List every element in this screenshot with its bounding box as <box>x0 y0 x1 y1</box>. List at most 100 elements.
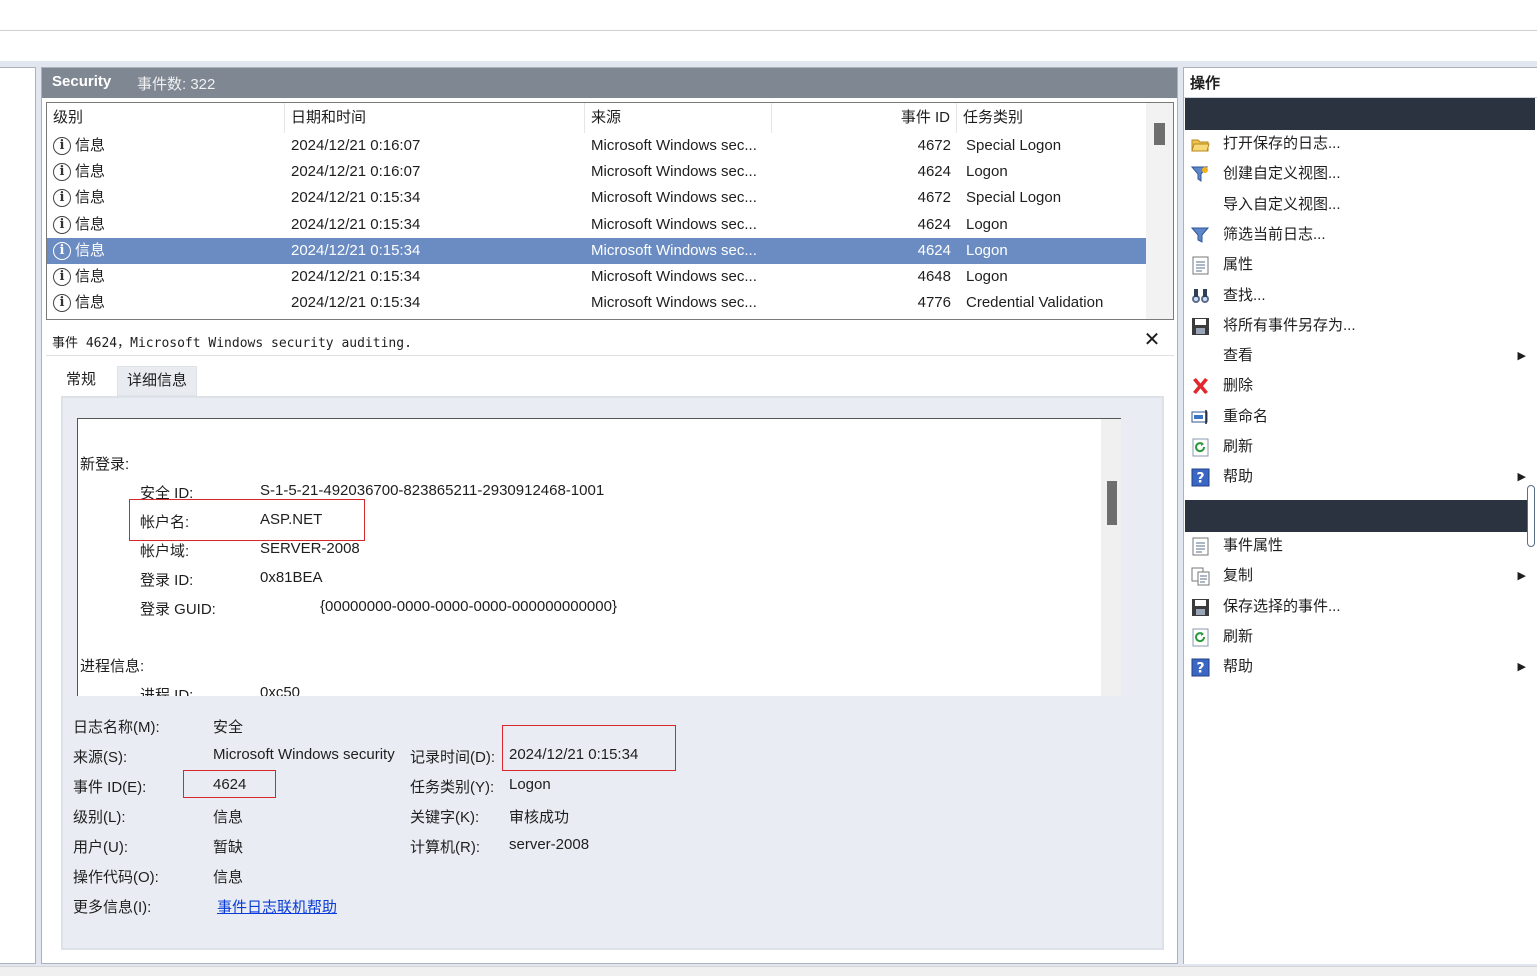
actions-scrollbar[interactable] <box>1527 485 1535 547</box>
action-group2-2[interactable]: 保存选择的事件... <box>1184 592 1537 622</box>
delete-icon <box>1191 377 1210 396</box>
refresh-icon <box>1191 628 1210 647</box>
scrollbar-thumb[interactable] <box>1154 123 1165 145</box>
tab-general[interactable]: 常规 <box>57 366 106 396</box>
opcode-label: 操作代码(O): <box>73 869 159 886</box>
cell-level: 信息 <box>75 294 106 312</box>
filter-star-icon <box>1190 165 1210 184</box>
actions-header: 操作 <box>1184 70 1537 98</box>
info-icon: i <box>53 241 71 260</box>
action-group2-3[interactable]: 刷新 <box>1184 622 1537 652</box>
cell-event-id: 4648 <box>917 268 951 285</box>
actions-pane: 操作 打开保存的日志... 创建自定义视图... 导入自定义视图... 筛选当前日志.… <box>1183 67 1537 964</box>
table-row[interactable]: i 信息 2024/12/21 0:15:34 Microsoft Windows s… <box>47 237 1147 264</box>
action-group1-1[interactable]: 创建自定义视图... <box>1184 159 1537 189</box>
cell-datetime: 2024/12/21 0:15:34 <box>291 294 421 312</box>
computer-value: server-2008 <box>509 836 590 853</box>
event-description-box[interactable]: 新登录: 安全 ID: S-1-5-21-492036700-823865211… <box>77 418 1121 696</box>
action-group1-5[interactable]: 查找... <box>1184 281 1537 311</box>
tab-details[interactable]: 详细信息 <box>117 366 198 396</box>
description-scrollbar[interactable] <box>1101 419 1121 696</box>
toolbar <box>0 31 1537 61</box>
column-header-source[interactable]: 来源 <box>585 103 772 133</box>
cell-datetime: 2024/12/21 0:15:34 <box>291 189 421 207</box>
table-row[interactable]: i 信息 2024/12/21 0:16:07 Microsoft Windows s… <box>47 133 1147 159</box>
close-icon[interactable]: ✕ <box>1140 328 1164 352</box>
logon-guid-label: 登录 GUID: <box>140 601 216 618</box>
filter-icon <box>1190 226 1210 245</box>
actions-group-bar-event[interactable] <box>1185 500 1535 532</box>
cell-task-category: Logon <box>966 163 1008 181</box>
event-detail-header: 事件 4624，Microsoft Windows security audit… <box>46 326 1174 356</box>
security-id-value: S-1-5-21-492036700-823865211-2930912468-… <box>260 482 605 499</box>
logon-id-value: 0x81BEA <box>260 569 323 586</box>
cell-source: Microsoft Windows sec... <box>591 294 757 312</box>
user-label: 用户(U): <box>73 839 128 856</box>
column-header-level[interactable]: 级别 <box>47 103 285 133</box>
column-header-event-id[interactable]: 事件 ID <box>772 103 957 133</box>
properties-icon <box>1191 537 1210 556</box>
action-group1-0[interactable]: 打开保存的日志... <box>1184 129 1537 159</box>
cell-task-category: Credential Validation <box>966 294 1104 312</box>
event-list-scrollbar[interactable] <box>1146 103 1173 319</box>
binoculars-icon <box>1191 287 1210 306</box>
cell-task-category: Logon <box>966 215 1008 233</box>
action-group1-9[interactable]: 重命名 <box>1184 402 1537 432</box>
log-name-value: 安全 <box>213 719 244 736</box>
action-label: 复制 <box>1223 567 1254 585</box>
cell-task-category: Logon <box>966 241 1008 259</box>
table-row[interactable]: i 信息 2024/12/21 0:15:34 Microsoft Windows s… <box>47 185 1147 211</box>
action-group1-7[interactable]: 查看 ▶ <box>1184 341 1537 371</box>
table-row[interactable]: i 信息 2024/12/21 0:15:34 Microsoft Windows s… <box>47 290 1147 316</box>
copy-icon <box>1191 567 1210 586</box>
cell-datetime: 2024/12/21 0:15:34 <box>291 241 421 259</box>
table-row[interactable]: i 信息 2024/12/21 0:15:34 Microsoft Windows s… <box>47 212 1147 238</box>
action-group1-10[interactable]: 刷新 <box>1184 432 1537 462</box>
opcode-value: 信息 <box>213 869 244 886</box>
cell-datetime: 2024/12/21 0:15:34 <box>291 268 421 285</box>
computer-label: 计算机(R): <box>410 839 480 856</box>
scrollbar-thumb[interactable] <box>1107 481 1117 525</box>
action-group1-8[interactable]: 删除 <box>1184 371 1537 401</box>
task-category-label: 任务类别(Y): <box>410 779 495 796</box>
submenu-arrow-icon: ▶ <box>1517 350 1526 363</box>
action-label: 查看 <box>1223 347 1254 365</box>
level-label: 级别(L): <box>73 809 126 826</box>
task-category-value: Logon <box>509 776 551 793</box>
actions-group-bar-security[interactable] <box>1185 98 1535 130</box>
action-group2-4[interactable]: ? 帮助 ▶ <box>1184 652 1537 682</box>
cell-source: Microsoft Windows sec... <box>591 241 757 259</box>
action-label: 将所有事件另存为... <box>1223 316 1356 334</box>
action-group1-4[interactable]: 属性 <box>1184 250 1537 280</box>
log-name: Security <box>52 73 112 90</box>
table-row[interactable]: i 信息 2024/12/21 0:16:07 Microsoft Windows s… <box>47 159 1147 185</box>
cell-event-id: 4672 <box>917 137 951 154</box>
action-group1-11[interactable]: ? 帮助 ▶ <box>1184 462 1537 492</box>
cell-event-id: 4672 <box>917 189 951 207</box>
info-icon: i <box>53 189 71 208</box>
table-row[interactable]: i 信息 2024/12/21 0:15:34 Microsoft Windows s… <box>47 264 1147 290</box>
help-icon: ? <box>1191 468 1210 487</box>
submenu-arrow-icon: ▶ <box>1517 570 1526 583</box>
action-label: 帮助 <box>1223 468 1254 486</box>
action-group2-0[interactable]: 事件属性 <box>1184 531 1537 561</box>
cell-task-category: Logon <box>966 268 1008 285</box>
action-group2-1[interactable]: 复制 ▶ <box>1184 561 1537 591</box>
cell-source: Microsoft Windows sec... <box>591 189 757 207</box>
log-name-label: 日志名称(M): <box>73 719 160 736</box>
general-tab-panel: 新登录: 安全 ID: S-1-5-21-492036700-823865211… <box>61 396 1164 950</box>
event-list-grid[interactable]: 级别 日期和时间 来源 事件 ID 任务类别 i 信息 2024/12/21 0:1… <box>46 102 1174 320</box>
column-header-datetime[interactable]: 日期和时间 <box>285 103 585 133</box>
console-tree-pane[interactable] <box>0 67 36 964</box>
action-label: 刷新 <box>1223 438 1254 455</box>
action-group1-6[interactable]: 将所有事件另存为... <box>1184 311 1537 341</box>
action-label: 打开保存的日志... <box>1223 135 1341 152</box>
event-log-online-help-link[interactable]: 事件日志联机帮助 <box>217 896 337 917</box>
action-group1-2[interactable]: 导入自定义视图... <box>1184 190 1537 220</box>
keywords-value: 审核成功 <box>509 809 570 826</box>
action-group1-3[interactable]: 筛选当前日志... <box>1184 220 1537 250</box>
cell-datetime: 2024/12/21 0:15:34 <box>291 215 421 233</box>
event-detail-title: 事件 4624，Microsoft Windows security audit… <box>52 336 412 351</box>
column-header-task-category[interactable]: 任务类别 <box>957 103 1147 133</box>
cell-level: 信息 <box>75 241 106 259</box>
